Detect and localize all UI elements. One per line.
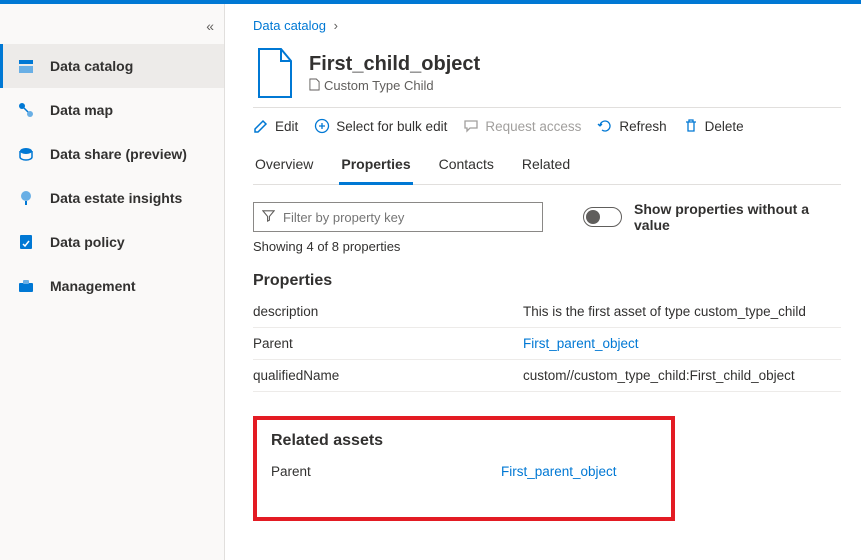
filter-row: Show properties without a value <box>253 201 841 233</box>
sidebar-item-label: Data estate insights <box>50 190 182 206</box>
sidebar-item-data-share[interactable]: Data share (preview) <box>0 132 224 176</box>
property-key: description <box>253 304 523 319</box>
sidebar-collapse-icon[interactable]: « <box>206 18 214 34</box>
properties-heading: Properties <box>253 272 841 290</box>
plus-circle-icon <box>314 118 330 134</box>
action-toolbar: Edit Select for bulk edit Request access… <box>253 107 841 144</box>
show-empty-toggle-group: Show properties without a value <box>583 201 841 233</box>
edit-button[interactable]: Edit <box>253 118 298 134</box>
tab-overview[interactable]: Overview <box>253 148 315 184</box>
chevron-right-icon: › <box>334 18 338 33</box>
title-block: First_child_object Custom Type Child <box>309 53 480 94</box>
sidebar-item-label: Data policy <box>50 234 125 250</box>
refresh-label: Refresh <box>619 119 666 134</box>
breadcrumb: Data catalog › <box>253 4 841 41</box>
delete-label: Delete <box>705 119 744 134</box>
delete-button[interactable]: Delete <box>683 118 744 134</box>
data-map-icon <box>16 100 36 120</box>
tab-bar: Overview Properties Contacts Related <box>253 148 841 185</box>
sidebar-item-data-catalog[interactable]: Data catalog <box>0 44 224 88</box>
sidebar-item-label: Management <box>50 278 136 294</box>
property-key: qualifiedName <box>253 368 523 383</box>
edit-label: Edit <box>275 119 298 134</box>
show-empty-toggle-label: Show properties without a value <box>634 201 841 233</box>
management-icon <box>16 276 36 296</box>
sidebar-item-label: Data share (preview) <box>50 146 187 162</box>
property-value-link[interactable]: First_parent_object <box>523 336 639 351</box>
related-asset-link[interactable]: First_parent_object <box>501 464 617 479</box>
related-asset-row: Parent First_parent_object <box>271 456 657 487</box>
property-filter-input[interactable] <box>281 209 534 226</box>
comment-icon <box>463 118 479 134</box>
sidebar-item-data-map[interactable]: Data map <box>0 88 224 132</box>
policy-icon <box>16 232 36 252</box>
property-value: This is the first asset of type custom_t… <box>523 304 841 319</box>
bulk-edit-button[interactable]: Select for bulk edit <box>314 118 447 134</box>
insights-icon <box>16 188 36 208</box>
related-asset-key: Parent <box>271 464 501 479</box>
properties-section: Properties description This is the first… <box>253 272 841 392</box>
sidebar-item-data-policy[interactable]: Data policy <box>0 220 224 264</box>
filter-icon <box>262 209 275 225</box>
property-row: description This is the first asset of t… <box>253 296 841 328</box>
property-count: Showing 4 of 8 properties <box>253 239 841 254</box>
related-assets-heading: Related assets <box>271 432 657 450</box>
property-key: Parent <box>253 336 523 351</box>
asset-type-label: Custom Type Child <box>324 78 434 93</box>
asset-title: First_child_object <box>309 53 480 76</box>
refresh-button[interactable]: Refresh <box>597 118 666 134</box>
asset-subtitle: Custom Type Child <box>309 78 480 94</box>
nav: Data catalog Data map Data share (previe… <box>0 44 224 308</box>
breadcrumb-root-link[interactable]: Data catalog <box>253 18 326 33</box>
catalog-icon <box>16 56 36 76</box>
property-row: Parent First_parent_object <box>253 328 841 360</box>
show-empty-toggle[interactable] <box>583 207 622 227</box>
file-icon <box>253 47 297 99</box>
related-assets-section: Related assets Parent First_parent_objec… <box>253 416 675 521</box>
property-value: custom//custom_type_child:First_child_ob… <box>523 368 841 383</box>
asset-header: First_child_object Custom Type Child <box>253 47 841 99</box>
bulk-edit-label: Select for bulk edit <box>336 119 447 134</box>
request-access-button: Request access <box>463 118 581 134</box>
data-share-icon <box>16 144 36 164</box>
request-access-label: Request access <box>485 119 581 134</box>
tab-contacts[interactable]: Contacts <box>437 148 496 184</box>
app-layout: « Data catalog Data map Data share (prev… <box>0 4 861 560</box>
sidebar-item-label: Data catalog <box>50 58 133 74</box>
sidebar-item-data-estate-insights[interactable]: Data estate insights <box>0 176 224 220</box>
filter-input-wrapper[interactable] <box>253 202 543 232</box>
main-content: Data catalog › First_child_object Custom… <box>225 4 861 560</box>
pencil-icon <box>253 118 269 134</box>
sidebar: « Data catalog Data map Data share (prev… <box>0 4 225 560</box>
refresh-icon <box>597 118 613 134</box>
property-row: qualifiedName custom//custom_type_child:… <box>253 360 841 392</box>
sidebar-item-management[interactable]: Management <box>0 264 224 308</box>
trash-icon <box>683 118 699 134</box>
sidebar-item-label: Data map <box>50 102 113 118</box>
tab-properties[interactable]: Properties <box>339 148 412 185</box>
subtype-icon <box>309 78 320 94</box>
tab-related[interactable]: Related <box>520 148 572 184</box>
